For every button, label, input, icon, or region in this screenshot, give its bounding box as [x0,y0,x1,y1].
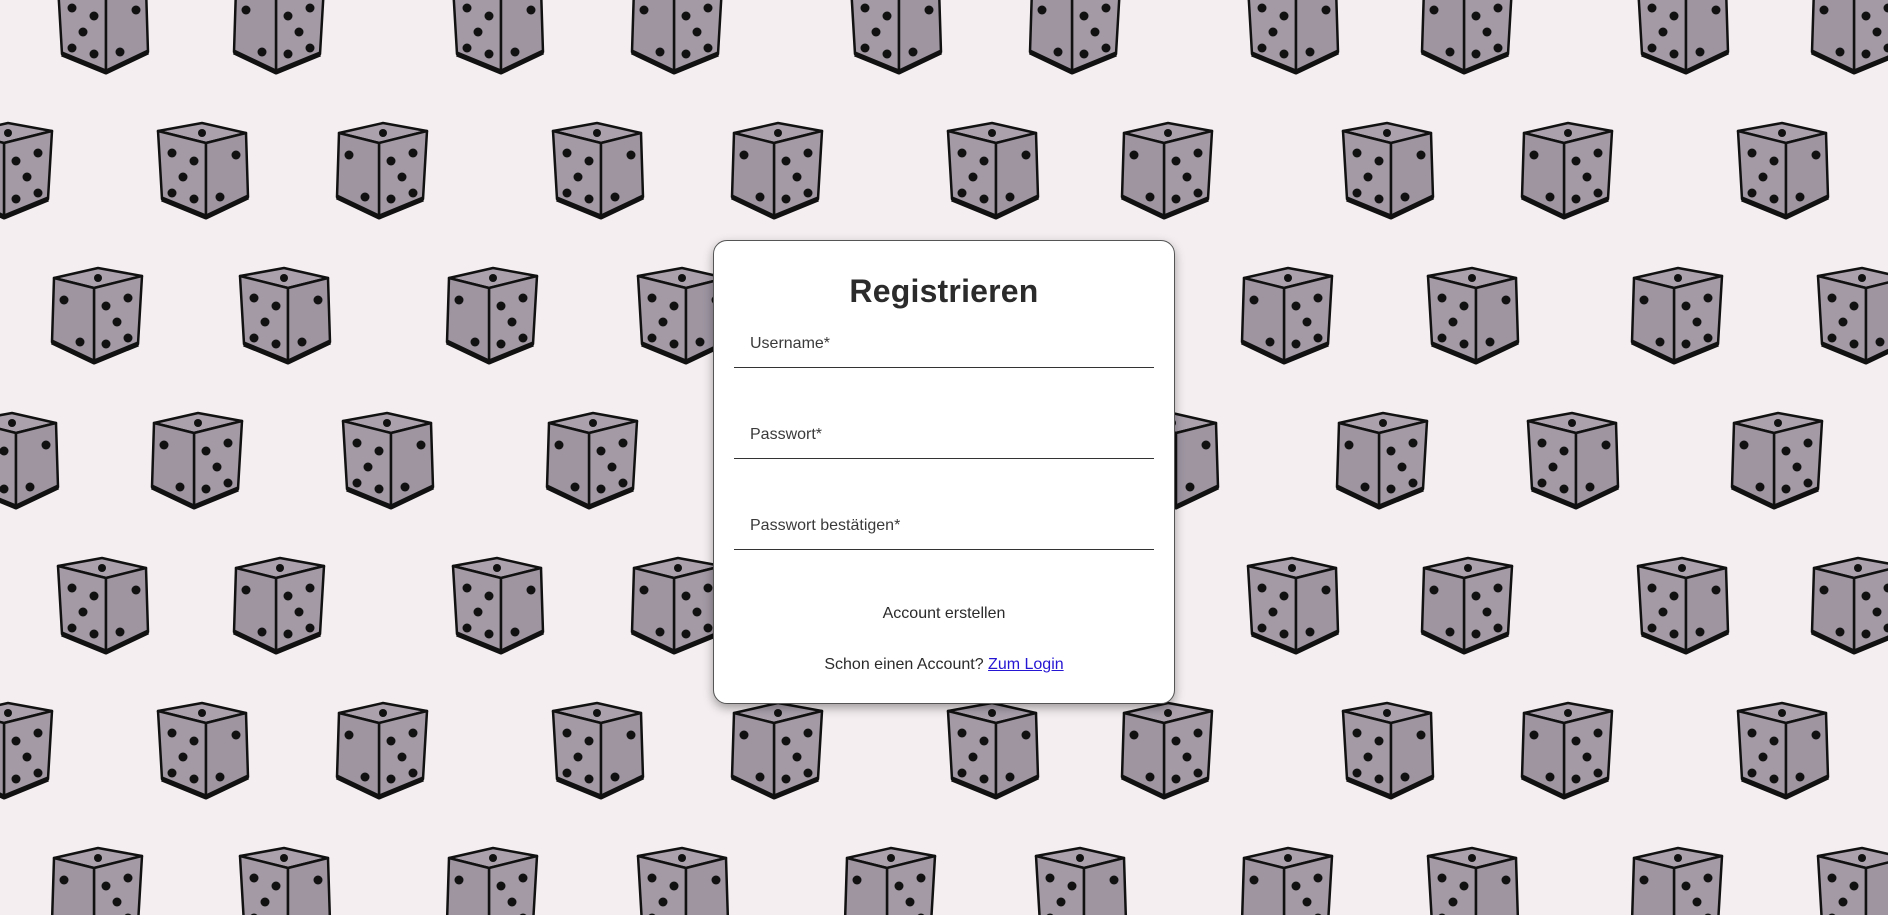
register-card: Registrieren Account erstellen Schon ein… [713,240,1175,704]
page-title: Registrieren [849,273,1039,309]
login-prompt-text: Schon einen Account? [824,656,984,673]
dice-icon [1242,268,1332,362]
dice-icon [732,123,822,217]
dice-icon [0,413,58,507]
login-prompt-row: Schon einen Account? Zum Login [714,656,1174,674]
confirm-password-field [734,503,1154,550]
dice-icon [1818,268,1888,362]
dice-icon [1522,703,1612,797]
dice-icon [453,558,543,652]
dice-icon [240,848,330,915]
dice-icon [1422,0,1512,72]
dice-icon [0,123,52,217]
dice-icon [0,703,52,797]
dice-icon [447,848,537,915]
username-field [734,321,1154,368]
dice-icon [1030,0,1120,72]
dice-icon [1248,0,1338,72]
dice-icon [453,0,543,72]
dice-icon [1242,848,1332,915]
dice-icon [1738,703,1828,797]
dice-icon [1343,123,1433,217]
dice-icon [52,268,142,362]
password-input[interactable] [734,412,1154,458]
dice-icon [1638,0,1728,72]
password-field [734,412,1154,459]
dice-icon [1812,0,1888,72]
dice-icon [337,703,427,797]
dice-icon [553,123,643,217]
dice-icon [1732,413,1822,507]
dice-icon [1337,413,1427,507]
dice-icon [1638,558,1728,652]
dice-icon [845,848,935,915]
dice-icon [1122,703,1212,797]
dice-icon [948,123,1038,217]
dice-icon [158,703,248,797]
dice-icon [1122,123,1212,217]
dice-icon [158,123,248,217]
dice-icon [1812,558,1888,652]
dice-icon [851,0,941,72]
dice-icon [343,413,433,507]
dice-icon [632,0,722,72]
dice-icon [1428,848,1518,915]
dice-icon [1632,848,1722,915]
dice-icon [58,558,148,652]
dice-icon [632,558,722,652]
create-account-button[interactable]: Account erstellen [714,605,1174,623]
dice-icon [240,268,330,362]
dice-icon [1248,558,1338,652]
dice-icon [553,703,643,797]
dice-icon [447,268,537,362]
login-link[interactable]: Zum Login [988,656,1064,673]
dice-icon [1422,558,1512,652]
dice-icon [1632,268,1722,362]
dice-icon [547,413,637,507]
dice-icon [1818,848,1888,915]
dice-icon [638,848,728,915]
dice-icon [234,558,324,652]
dice-icon [152,413,242,507]
dice-icon [1036,848,1126,915]
dice-icon [1522,123,1612,217]
dice-icon [1738,123,1828,217]
confirm-password-input[interactable] [734,503,1154,549]
username-input[interactable] [734,321,1154,367]
dice-icon [1343,703,1433,797]
dice-icon [52,848,142,915]
dice-icon [1528,413,1618,507]
dice-icon [1428,268,1518,362]
dice-icon [337,123,427,217]
dice-icon [58,0,148,72]
dice-icon [234,0,324,72]
dice-icon [948,703,1038,797]
dice-icon [732,703,822,797]
